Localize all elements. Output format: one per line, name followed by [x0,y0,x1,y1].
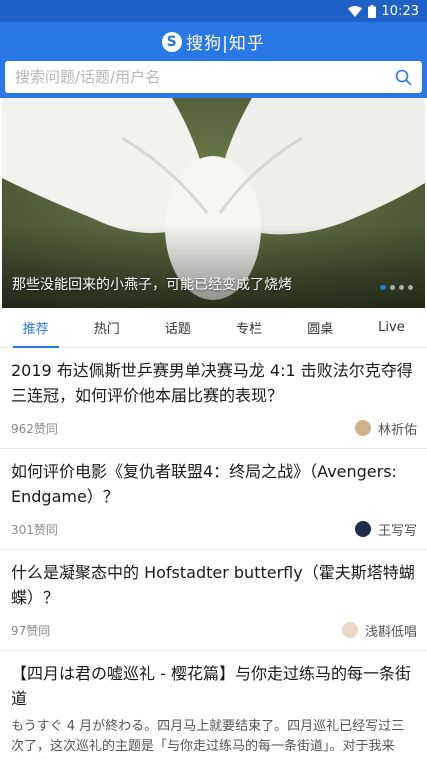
banner-caption[interactable]: 那些没能回来的小燕子，可能已经变成了烧烤 [12,274,292,294]
author-name: 王写写 [377,523,417,539]
feed-item-title[interactable]: 【四月は君の嘘巡礼 - 樱花篇】与你走过练马的每一条街道 [11,651,417,711]
author[interactable]: 林祈佑 [354,419,417,438]
app-header: S 搜狗|知乎 [0,22,427,98]
avatar [354,420,371,436]
feed-item[interactable]: 如何评价电影《复仇者联盟4：终局之战》（Avengers: Endgame）？ … [0,449,427,550]
sogou-logo-icon: S [162,31,183,52]
search-input[interactable] [15,68,394,86]
carousel-dots [380,285,413,290]
like-count: 97赞同 [11,623,51,638]
carousel-dot [408,285,413,290]
tab-live[interactable]: Live [356,308,427,347]
carousel-dot [399,285,404,290]
feed-item-meta: 301赞同 王写写 [11,509,417,549]
feed-item[interactable]: 什么是凝聚态中的 Hofstadter butterfly（霍夫斯塔特蝴蝶）？ … [0,550,427,651]
brand-title: 搜狗|知乎 [186,34,265,54]
author[interactable]: 王写写 [354,520,417,539]
feed-item-title[interactable]: 如何评价电影《复仇者联盟4：终局之战》（Avengers: Endgame）？ [11,449,417,509]
search-icon[interactable] [394,68,412,86]
carousel-dot [390,285,395,290]
avatar [341,622,358,638]
author-name: 林祈佑 [377,422,417,438]
carousel-dot [380,285,386,290]
like-count: 301赞同 [11,522,58,537]
avatar [354,521,371,537]
feed-item-excerpt[interactable]: もうすぐ 4 月が終わる。四月马上就要结束了。四月巡礼已经写过三次了，这次巡礼的… [11,711,417,759]
battery-icon [367,4,376,18]
status-time: 10:23 [381,3,419,19]
search-box[interactable] [5,61,422,93]
author[interactable]: 浅斟低唱 [341,621,417,640]
feed-item-meta: 97赞同 浅斟低唱 [11,610,417,650]
feed-list: 2019 布达佩斯世乒赛男单决赛马龙 4:1 击败法尔克夺得三连冠，如何评价他本… [0,348,427,759]
category-tabs: 推荐 热门 话题 专栏 圆桌 Live [0,308,427,348]
tab-roundtable[interactable]: 圆桌 [285,308,356,347]
tab-topics[interactable]: 话题 [142,308,213,347]
feed-item[interactable]: 2019 布达佩斯世乒赛男单决赛马龙 4:1 击败法尔克夺得三连冠，如何评价他本… [0,348,427,449]
wifi-icon [347,5,362,17]
banner-carousel[interactable]: 那些没能回来的小燕子，可能已经变成了烧烤 [2,98,425,308]
feed-item[interactable]: 【四月は君の嘘巡礼 - 樱花篇】与你走过练马的每一条街道 もうすぐ 4 月が終わ… [0,651,427,759]
feed-item-title[interactable]: 什么是凝聚态中的 Hofstadter butterfly（霍夫斯塔特蝴蝶）？ [11,550,417,610]
tab-hot[interactable]: 热门 [71,308,142,347]
status-bar: 10:23 [0,0,427,22]
brand: S 搜狗|知乎 [0,29,427,54]
tab-recommended[interactable]: 推荐 [0,308,71,347]
like-count: 962赞同 [11,421,58,436]
author-name: 浅斟低唱 [364,624,417,640]
tab-columns[interactable]: 专栏 [214,308,285,347]
feed-item-meta: 962赞同 林祈佑 [11,408,417,448]
feed-item-title[interactable]: 2019 布达佩斯世乒赛男单决赛马龙 4:1 击败法尔克夺得三连冠，如何评价他本… [11,348,417,408]
